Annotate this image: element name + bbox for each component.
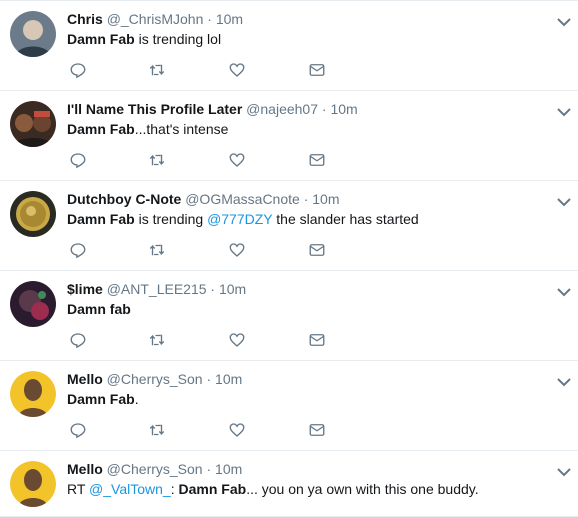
mention-link[interactable]: @_ValTown_ — [89, 481, 171, 497]
tweet-item[interactable]: $lime @ANT_LEE215 · 10m Damn fab — [0, 271, 578, 361]
direct-message-icon[interactable] — [308, 421, 328, 441]
avatar[interactable] — [10, 281, 56, 327]
highlight-text: Damn Fab — [178, 481, 247, 497]
timestamp[interactable]: 10m — [215, 461, 242, 477]
username[interactable]: @_ChrisMJohn — [107, 11, 204, 27]
tweet-item[interactable]: Chris @_ChrisMJohn · 10m Damn Fab is tre… — [0, 1, 578, 91]
separator: · — [206, 461, 212, 477]
separator: · — [303, 191, 309, 207]
fullname[interactable]: $lime — [67, 281, 103, 297]
tweet-item[interactable]: Mello @Cherrys_Son · 10m Damn Fab. — [0, 361, 578, 451]
like-icon[interactable] — [228, 61, 248, 81]
username[interactable]: @ANT_LEE215 — [107, 281, 207, 297]
timestamp[interactable]: 10m — [312, 191, 339, 207]
like-icon[interactable] — [228, 151, 248, 171]
like-icon[interactable] — [228, 241, 248, 261]
timeline: Chris @_ChrisMJohn · 10m Damn Fab is tre… — [0, 0, 578, 516]
tweet-text: Damn Fab is trending @777DZY the slander… — [67, 210, 419, 228]
tweet-text: Damn Fab. — [67, 390, 139, 408]
like-icon[interactable] — [228, 331, 248, 351]
tweet-actions — [67, 241, 367, 261]
like-icon[interactable] — [228, 421, 248, 441]
username[interactable]: @OGMassaCnote — [185, 191, 300, 207]
avatar[interactable] — [10, 11, 56, 57]
tweet-text: Damn Fab...that's intense — [67, 120, 228, 138]
reply-icon[interactable] — [69, 241, 89, 261]
fullname[interactable]: Chris — [67, 11, 103, 27]
text-rest: ... you on ya own with this one buddy. — [246, 481, 479, 497]
highlight-text: Damn Fab — [67, 121, 135, 137]
retweet-icon[interactable] — [148, 61, 168, 81]
retweet-icon[interactable] — [148, 421, 168, 441]
tweet-header: Chris @_ChrisMJohn · 10m — [67, 10, 243, 28]
tweet-header: Dutchboy C-Note @OGMassaCnote · 10m — [67, 190, 340, 208]
username[interactable]: @Cherrys_Son — [107, 371, 203, 387]
highlight-text: Damn Fab — [67, 31, 135, 47]
fullname[interactable]: Mello — [67, 371, 103, 387]
timestamp[interactable]: 10m — [219, 281, 246, 297]
reply-icon[interactable] — [69, 61, 89, 81]
direct-message-icon[interactable] — [308, 151, 328, 171]
tweet-text: RT @_ValTown_: Damn Fab... you on ya own… — [67, 480, 479, 498]
text-rest: ...that's intense — [134, 121, 229, 137]
tweet-header: I'll Name This Profile Later @najeeh07 ·… — [67, 100, 358, 118]
avatar[interactable] — [10, 101, 56, 147]
tweet-item[interactable]: Dutchboy C-Note @OGMassaCnote · 10m Damn… — [0, 181, 578, 271]
reply-icon[interactable] — [69, 331, 89, 351]
fullname[interactable]: I'll Name This Profile Later — [67, 101, 242, 117]
avatar[interactable] — [10, 461, 56, 507]
direct-message-icon[interactable] — [308, 241, 328, 261]
text-after: the slander has started — [272, 211, 419, 227]
text-rest: is trending lol — [134, 31, 222, 47]
tweet-text: Damn fab — [67, 300, 131, 318]
reply-icon[interactable] — [69, 151, 89, 171]
avatar[interactable] — [10, 191, 56, 237]
text-rest: . — [134, 391, 139, 407]
tweet-actions — [67, 421, 367, 441]
direct-message-icon[interactable] — [308, 331, 328, 351]
timestamp[interactable]: 10m — [330, 101, 357, 117]
retweet-icon[interactable] — [148, 151, 168, 171]
mention-link[interactable]: @777DZY — [207, 211, 272, 227]
chevron-down-icon[interactable] — [556, 105, 572, 117]
retweet-prefix: RT — [67, 481, 90, 497]
tweet-actions — [67, 151, 367, 171]
separator: · — [321, 101, 327, 117]
chevron-down-icon[interactable] — [556, 375, 572, 387]
text-after-link: : — [170, 481, 179, 497]
tweet-header: Mello @Cherrys_Son · 10m — [67, 370, 242, 388]
tweet-item[interactable]: Mello @Cherrys_Son · 10m RT @_ValTown_: … — [0, 451, 578, 517]
highlight-text: Damn Fab — [67, 391, 135, 407]
separator: · — [210, 281, 216, 297]
highlight-text: Damn Fab — [67, 211, 135, 227]
retweet-icon[interactable] — [148, 331, 168, 351]
reply-icon[interactable] — [69, 421, 89, 441]
retweet-icon[interactable] — [148, 241, 168, 261]
tweet-actions — [67, 331, 367, 351]
chevron-down-icon[interactable] — [556, 285, 572, 297]
chevron-down-icon[interactable] — [556, 15, 572, 27]
fullname[interactable]: Mello — [67, 461, 103, 477]
avatar[interactable] — [10, 371, 56, 417]
tweet-item[interactable]: I'll Name This Profile Later @najeeh07 ·… — [0, 91, 578, 181]
tweet-actions — [67, 61, 367, 81]
separator: · — [207, 11, 212, 27]
separator: · — [206, 371, 212, 387]
chevron-down-icon[interactable] — [556, 465, 572, 477]
fullname[interactable]: Dutchboy C-Note — [67, 191, 181, 207]
timestamp[interactable]: 10m — [216, 11, 243, 27]
username[interactable]: @Cherrys_Son — [107, 461, 203, 477]
username[interactable]: @najeeh07 — [246, 101, 318, 117]
text-rest: is trending — [134, 211, 208, 227]
timestamp[interactable]: 10m — [215, 371, 242, 387]
direct-message-icon[interactable] — [308, 61, 328, 81]
tweet-header: Mello @Cherrys_Son · 10m — [67, 460, 242, 478]
tweet-header: $lime @ANT_LEE215 · 10m — [67, 280, 246, 298]
highlight-text: Damn fab — [67, 301, 131, 317]
chevron-down-icon[interactable] — [556, 195, 572, 207]
tweet-text: Damn Fab is trending lol — [67, 30, 221, 48]
